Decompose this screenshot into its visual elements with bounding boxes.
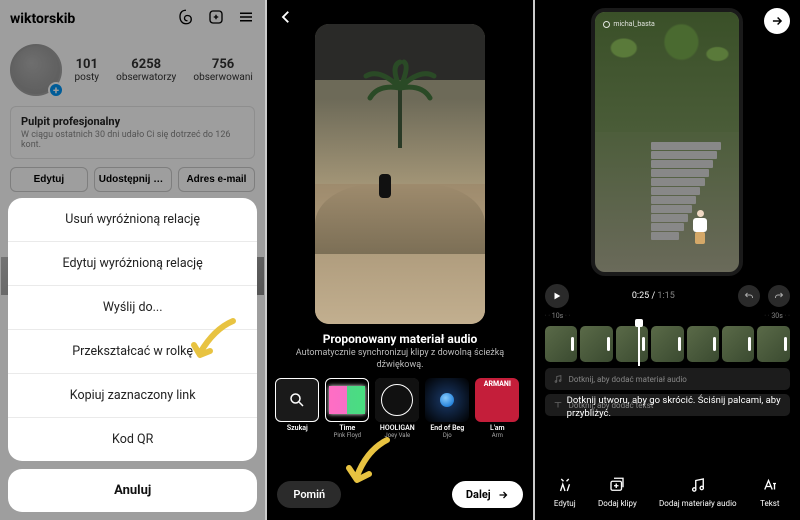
suggested-audio-title: Proponowany materiał audio <box>279 332 520 346</box>
action-sheet: Usuń wyróżnioną relację Edytuj wyróżnion… <box>8 198 257 512</box>
clip-timeline[interactable] <box>545 326 790 362</box>
audio-cards-row[interactable]: Szukaj TimePink Floyd HOOLIGANJoey Vale … <box>275 378 524 439</box>
profile-screen: wiktorskib + 101posty 6258obserwatorzy 7… <box>0 0 265 520</box>
sheet-qr-code[interactable]: Kod QR <box>8 418 257 461</box>
redo-button[interactable] <box>768 285 790 307</box>
sheet-cancel-button[interactable]: Anuluj <box>8 469 257 512</box>
audio-card-armand[interactable]: ARMANI L'amArm <box>475 378 519 439</box>
reel-editor-screen: michal_basta 0:25 / 1:15 10s30s Dotknij,… <box>535 0 800 520</box>
clip[interactable] <box>545 326 577 362</box>
play-button[interactable] <box>545 284 569 308</box>
clip[interactable] <box>616 326 648 362</box>
reel-audio-screen: Proponowany materiał audio Automatycznie… <box>267 0 532 520</box>
time-display: 0:25 / 1:15 <box>577 291 730 301</box>
add-audio-track[interactable]: Dotknij, aby dodać materiał audio <box>545 368 790 390</box>
tool-add-audio-button[interactable]: Dodaj materiały audio <box>657 470 739 512</box>
skip-button[interactable]: Pomiń <box>277 481 341 508</box>
clip[interactable] <box>580 326 612 362</box>
audio-card-time[interactable]: TimePink Floyd <box>325 378 369 439</box>
editor-hint: Dotknij utworu, aby go skrócić. Ściśnij … <box>567 395 790 421</box>
search-audio-card[interactable]: Szukaj <box>275 378 319 439</box>
sheet-delete-highlight[interactable]: Usuń wyróżnioną relację <box>8 198 257 242</box>
forward-button[interactable] <box>764 8 790 34</box>
playhead[interactable] <box>638 322 640 366</box>
clip[interactable] <box>651 326 683 362</box>
suggested-audio-sub: Automatycznie synchronizuj klipy z dowol… <box>279 348 520 371</box>
next-button[interactable]: Dalej <box>452 481 523 508</box>
audio-card-hooligan[interactable]: HOOLIGANJoey Vale <box>375 378 419 439</box>
video-preview[interactable] <box>315 24 485 324</box>
clip[interactable] <box>722 326 754 362</box>
clip[interactable] <box>757 326 789 362</box>
sheet-send-to[interactable]: Wyślij do... <box>8 286 257 330</box>
editor-toolbar: Edytuj Dodaj klipy Dodaj materiały audio… <box>543 470 792 512</box>
audio-card-djo[interactable]: End of BegDjo <box>425 378 469 439</box>
sheet-copy-link[interactable]: Kopiuj zaznaczony link <box>8 374 257 418</box>
watermark-label: michal_basta <box>603 20 654 28</box>
undo-button[interactable] <box>738 285 760 307</box>
tool-text-button[interactable]: Tekst <box>757 470 783 512</box>
tool-add-clips-button[interactable]: Dodaj klipy <box>596 470 639 512</box>
sheet-convert-to-reel[interactable]: Przekształcać w rolkę <box>8 330 257 374</box>
timeline-ruler: 10s30s <box>545 312 790 320</box>
back-button[interactable] <box>277 8 295 30</box>
tool-edit-button[interactable]: Edytuj <box>552 470 578 512</box>
editor-video-preview[interactable]: michal_basta <box>591 8 743 276</box>
clip[interactable] <box>687 326 719 362</box>
sheet-edit-highlight[interactable]: Edytuj wyróżnioną relację <box>8 242 257 286</box>
